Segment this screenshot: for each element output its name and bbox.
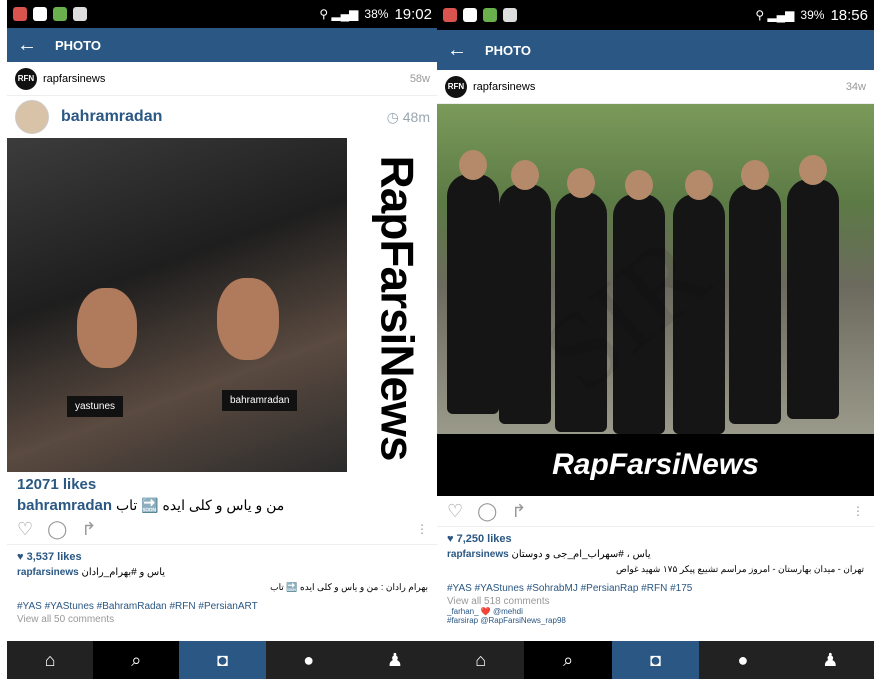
notification-icon (463, 8, 477, 22)
photo-tag[interactable]: yastunes (67, 396, 124, 417)
clock: 19:02 (394, 5, 432, 23)
post-time: ◷ 48m (386, 108, 430, 125)
app-bar: ← PHOTO (7, 28, 438, 62)
account-name[interactable]: rapfarsinews (473, 81, 535, 93)
page-title: PHOTO (485, 42, 531, 58)
camera-icon[interactable]: ◘ (179, 641, 266, 679)
post-age: 34w (845, 80, 866, 93)
person (499, 160, 551, 424)
person (555, 168, 607, 432)
overlay-caption: bahramradan من و یاس و کلی ایده 🔜 تاب (17, 497, 285, 514)
likes-count[interactable]: ♥ 7,250 likes (437, 527, 874, 547)
heart-icon[interactable]: ♡ (447, 501, 463, 522)
person (447, 150, 499, 414)
profile-icon[interactable]: ♟ (787, 641, 874, 679)
view-all-comments[interactable]: View all 50 comments (7, 614, 438, 625)
face (217, 278, 279, 360)
more-icon[interactable]: ⋮ (852, 504, 864, 518)
post-age: 58w (409, 72, 430, 85)
signal-icon: ⚲ ▂▄▆ (319, 7, 359, 21)
notification-icon (503, 8, 517, 22)
face (77, 288, 137, 368)
bottom-nav: ⌂ ⌕ ◘ ● ♟ (437, 641, 874, 679)
status-bar: ⚲ ▂▄▆ 39% 18:56 (437, 0, 874, 30)
notification-icon (13, 7, 27, 21)
caption: rapfarsinews یاس ، #سهراب_ام_جی و دوستان (447, 549, 651, 560)
post-photo[interactable]: yastunes bahramradan RapFarsiNews (7, 138, 438, 472)
share-icon[interactable]: ↱ (81, 519, 96, 540)
camera-icon[interactable]: ◘ (611, 641, 700, 679)
action-bar: ♡ ◯ ↱ ⋮ (7, 514, 438, 545)
back-arrow-icon[interactable]: ← (447, 39, 467, 62)
caption-line: تهران - میدان بهارستان - امروز مراسم تشی… (615, 564, 864, 574)
comment-icon[interactable]: ◯ (477, 501, 497, 522)
activity-icon[interactable]: ● (699, 641, 786, 679)
status-bar: ⚲ ▂▄▆ 38% 19:02 (7, 0, 438, 28)
account-logo[interactable]: RFN (445, 75, 467, 98)
battery-level: 38% (364, 7, 389, 21)
avatar[interactable] (15, 100, 49, 134)
notification-icon (33, 7, 47, 21)
feed-header: RFN rapfarsinews 34w (437, 70, 874, 104)
account-name[interactable]: rapfarsinews (43, 73, 105, 85)
clock: 18:56 (830, 6, 868, 24)
overlay-likes: 12071 likes (17, 476, 97, 493)
view-all-comments[interactable]: View all 518 comments (437, 596, 874, 607)
feed-header: RFN rapfarsinews 58w (7, 62, 438, 96)
more-icon[interactable]: ⋮ (416, 522, 428, 536)
brand-banner: RapFarsiNews (437, 434, 874, 496)
notification-icon (53, 7, 67, 21)
app-bar: ← PHOTO (437, 30, 874, 70)
left-screenshot: ⚲ ▂▄▆ 38% 19:02 ← PHOTO RFN rapfarsinews… (7, 0, 438, 679)
notification-icon (443, 8, 457, 22)
share-icon[interactable]: ↱ (511, 501, 526, 522)
photo-tag[interactable]: bahramradan (222, 390, 298, 411)
comment-icon[interactable]: ◯ (47, 519, 67, 540)
action-bar: ♡ ◯ ↱ ⋮ (437, 496, 874, 527)
comment-line: _farhan_ ❤️ @mehdi (447, 607, 523, 616)
account-logo[interactable]: RFN (15, 67, 37, 90)
person (673, 170, 725, 434)
photo-image: yastunes bahramradan (7, 138, 347, 472)
likes-count[interactable]: ♥ 3,537 likes (7, 545, 438, 565)
battery-level: 39% (800, 8, 825, 22)
hashtags[interactable]: #YAS #YAStunes #BahramRadan #RFN #Persia… (7, 595, 438, 614)
notification-icon (483, 8, 497, 22)
person (729, 160, 781, 424)
activity-icon[interactable]: ● (266, 641, 352, 679)
post-username[interactable]: bahramradan (61, 108, 162, 126)
person (787, 155, 839, 419)
page-title: PHOTO (55, 37, 101, 53)
search-icon[interactable]: ⌕ (524, 641, 612, 679)
signal-icon: ⚲ ▂▄▆ (755, 8, 795, 22)
post-photo[interactable]: RapFarsiNews (437, 104, 874, 496)
bottom-nav: ⌂ ⌕ ◘ ● ♟ (7, 641, 438, 679)
comment-line: #farsirap @RapFarsiNews_rap98 (447, 616, 566, 625)
photo-image (437, 104, 874, 434)
heart-icon[interactable]: ♡ (17, 519, 33, 540)
back-arrow-icon[interactable]: ← (17, 34, 37, 57)
watermark-logo: RapFarsiNews (371, 155, 424, 461)
profile-icon[interactable]: ♟ (352, 641, 438, 679)
caption-line: بهرام رادان : من و یاس و کلی ایده 🔜 تاب (270, 582, 428, 592)
caption: rapfarsinews یاس و #بهرام_رادان (17, 567, 166, 578)
post-header: bahramradan ◷ 48m (7, 96, 438, 138)
person (613, 170, 665, 434)
home-icon[interactable]: ⌂ (437, 641, 524, 679)
right-screenshot: ⚲ ▂▄▆ 39% 18:56 ← PHOTO RFN rapfarsinews… (437, 0, 874, 679)
home-icon[interactable]: ⌂ (7, 641, 93, 679)
notification-icon (73, 7, 87, 21)
search-icon[interactable]: ⌕ (93, 641, 180, 679)
hashtags[interactable]: #YAS #YAStunes #SohrabMJ #PersianRap #RF… (437, 577, 874, 596)
